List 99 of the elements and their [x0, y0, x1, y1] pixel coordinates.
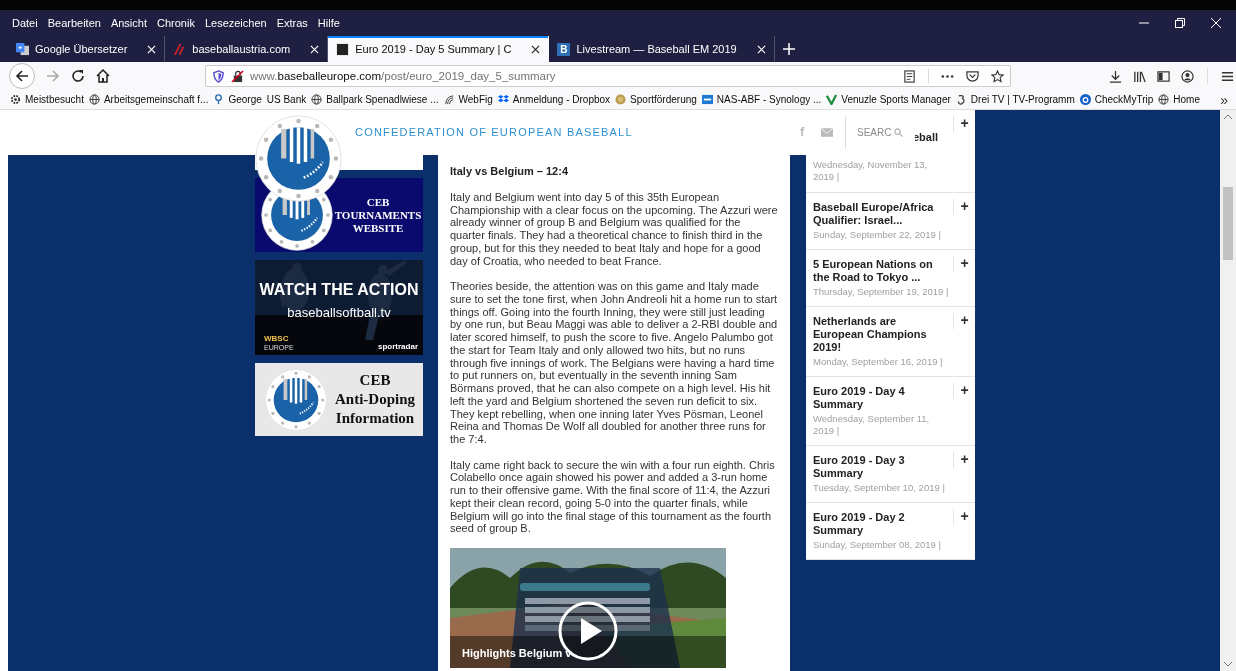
- expand-button[interactable]: +: [953, 313, 975, 329]
- menu-item[interactable]: Lesezeichen: [204, 17, 267, 29]
- post-date: Thursday, September 19, 2019 |: [813, 286, 949, 298]
- coin-icon: [615, 94, 627, 105]
- bookmark-item[interactable]: NAS-ABF - Synology ...: [701, 94, 822, 105]
- shield-icon: [212, 69, 225, 83]
- circle-icon: [1079, 94, 1091, 105]
- pin-icon: [213, 94, 225, 105]
- arcs-icon: [443, 94, 455, 105]
- bookmark-item[interactable]: WebFig: [443, 94, 493, 105]
- globe-icon: [88, 94, 100, 105]
- post-title[interactable]: Baseball Europe/Africa Qualifier: Israel...: [813, 201, 949, 227]
- menu-icon[interactable]: [1221, 69, 1234, 83]
- gear-icon: [10, 94, 21, 105]
- anti-doping-banner[interactable]: CEB Anti-Doping Information: [255, 363, 423, 436]
- banner-url: baseballsoftball.tv: [287, 305, 391, 320]
- article-heading: Italy vs Belgium – 12:4: [450, 165, 569, 178]
- address-bar[interactable]: www.baseballeurope.com/post/euro_2019_day_5_summary: [205, 65, 1011, 87]
- star-icon[interactable]: [991, 69, 1004, 83]
- plus-icon[interactable]: [782, 43, 795, 55]
- letter-icon: B: [557, 42, 571, 56]
- scrollbar[interactable]: [1220, 110, 1236, 671]
- scroll-down-icon[interactable]: [1224, 661, 1232, 667]
- bookmark-item[interactable]: Venuzle Sports Manager: [826, 94, 951, 105]
- bookmarks-overflow[interactable]: »: [1220, 91, 1228, 108]
- logo-icon: [265, 368, 327, 431]
- home-icon[interactable]: [96, 69, 110, 83]
- menu-item[interactable]: Bearbeiten: [47, 17, 101, 29]
- menu-item[interactable]: Hilfe: [317, 17, 340, 29]
- expand-button[interactable]: +: [953, 199, 975, 215]
- search-icon: [894, 128, 904, 137]
- translate-icon: [16, 42, 29, 56]
- expand-button[interactable]: +: [953, 116, 975, 132]
- bookmark-item[interactable]: CheckMyTrip: [1079, 94, 1154, 105]
- tab-title: baseballaustria.com: [192, 43, 291, 55]
- scrollbar-thumb[interactable]: [1223, 187, 1233, 260]
- post-date: Sunday, September 08, 2019 |: [813, 539, 942, 551]
- bookmark-item[interactable]: Anmeldung - Dropbox: [497, 94, 611, 105]
- account-icon[interactable]: [1181, 69, 1194, 83]
- chevron-icon: [826, 94, 838, 105]
- bookmark-item[interactable]: Sportförderung: [615, 94, 697, 105]
- bookmark-item[interactable]: US Bank: [266, 94, 307, 105]
- browser-tab[interactable]: Euro 2019 - Day 5 Summary | C: [328, 36, 550, 62]
- article-paragraph: Theories beside, the attention was on this game and Italy made sure to set the tone first, when John Andreoli hit a home run to start things off. Going into the fourth Inning, they were still just leading by one run, but Beau Maggi was able to deliver a 2-RBI double and later scored himself, to push the score to five. Angelo Palumbo got the start for Team Italy and only allowed two hits, but no runs through five innings of work. The Belgians were having a hard time to put runners on, but eventually in the seventh inning Sam Börmans proved, that he can also compete on a high level. His hit left the yard and Belgium shortened the seven run deficit to six. They kept rebelling, when one inning later Yves Pösman, Leonel Reina and Thomas De Wolf all doubled for another three runs for the 7:4.: [450, 280, 778, 446]
- article-paragraph: Italy and Belgium went into day 5 of this 35th European Championship with a clear focus on the upcoming. The Azzuri were already winner of group B and Belgium was qualified for the quarter finals. They had a theoretical chance to finish third in the group, but for this they needed to beat Italy and hope for a good day of Croatia, who needed to beat France.: [450, 190, 778, 268]
- bookmark-item[interactable]: Meistbesucht: [10, 94, 84, 105]
- banner-logo-text: sportradar: [378, 342, 418, 351]
- tab-title: Livestream — Baseball EM 2019: [576, 43, 737, 55]
- tab-title: Google Übersetzer: [35, 43, 128, 55]
- post-title[interactable]: Euro 2019 - Day 2 Summary: [813, 511, 949, 537]
- menu-item[interactable]: Ansicht: [110, 17, 147, 29]
- bookmark-item[interactable]: Ballpark Spenadlwiese ...: [311, 94, 439, 105]
- post-title[interactable]: 5 European Nations on the Road to Tokyo ...: [813, 258, 949, 284]
- post-date: Tuesday, September 10, 2019 |: [813, 482, 946, 494]
- back-button[interactable]: [9, 63, 35, 89]
- menu-item[interactable]: Datei: [12, 17, 38, 29]
- article-paragraph: Italy came right back to secure the win with a four run eighth. Chris Colabello once again showed his power and added a 3-run home run to their offensive game. With the final score of 11:4, the Azzuri kept their clean record, going 5-0 into the quarter finals, while Belgium will go into the final stage of this tournament as the fourth seed of group B.: [450, 458, 776, 535]
- bookmark-item[interactable]: Home: [1158, 94, 1200, 105]
- menu-item[interactable]: Chronik: [157, 17, 195, 29]
- square-icon: [336, 42, 350, 56]
- url-text: www.baseballeurope.com/post/euro_2019_day_5_summary: [250, 70, 556, 82]
- lock-icon: [231, 69, 244, 83]
- expand-button[interactable]: +: [953, 509, 975, 525]
- bookmark-item[interactable]: Drei TV | TV-Programm: [955, 94, 1075, 105]
- post-title[interactable]: Euro 2019 - Day 3 Summary: [813, 454, 949, 480]
- stripes-icon: [173, 42, 187, 56]
- library-icon[interactable]: [1133, 69, 1146, 83]
- pocket-icon[interactable]: [966, 69, 979, 83]
- scroll-up-icon[interactable]: [1224, 114, 1232, 120]
- banner-text: CEB Anti-Doping Information: [334, 371, 416, 428]
- expand-button[interactable]: +: [953, 452, 975, 468]
- close-icon[interactable]: [531, 44, 541, 54]
- tab-title: Euro 2019 - Day 5 Summary | C: [355, 43, 512, 55]
- post-date: Wednesday, November 13, 2019 |: [813, 159, 929, 183]
- dropbox-icon: [497, 94, 509, 105]
- bookmark-item[interactable]: George: [213, 94, 262, 105]
- post-title[interactable]: Netherlands are European Champions 2019!: [813, 315, 949, 354]
- expand-button[interactable]: +: [953, 383, 975, 399]
- site-title[interactable]: CONFEDERATION OF EUROPEAN BASEBALL: [355, 126, 633, 138]
- tile-icon: [701, 94, 713, 105]
- back-arrow-icon: [15, 69, 29, 83]
- reload-icon[interactable]: [71, 69, 85, 83]
- restore-icon[interactable]: [1175, 18, 1185, 28]
- menu-item[interactable]: Extras: [276, 17, 308, 29]
- bookmark-item[interactable]: Arbeitsgemeinschaft f...: [88, 94, 209, 105]
- download-icon[interactable]: [1109, 69, 1122, 83]
- post-title[interactable]: Euro 2019 - Day 4 Summary: [813, 385, 949, 411]
- banner-text: CEB TOURNAMENTS WEBSITE: [333, 195, 423, 235]
- globe-icon: [1158, 94, 1170, 105]
- post-date: Sunday, September 22, 2019 |: [813, 229, 942, 241]
- globe-icon: [311, 94, 323, 105]
- expand-button[interactable]: +: [953, 256, 975, 272]
- search-field[interactable]: SEARC: [845, 116, 915, 149]
- post-date: Wednesday, September 11, 2019 |: [813, 413, 931, 437]
- banner-headline: WATCH THE ACTION: [259, 281, 419, 299]
- post-date: Monday, September 16, 2019 |: [813, 356, 944, 368]
- sidebar-icon[interactable]: [1157, 69, 1170, 83]
- spiral-icon: [955, 94, 967, 105]
- reader-icon[interactable]: [903, 69, 916, 83]
